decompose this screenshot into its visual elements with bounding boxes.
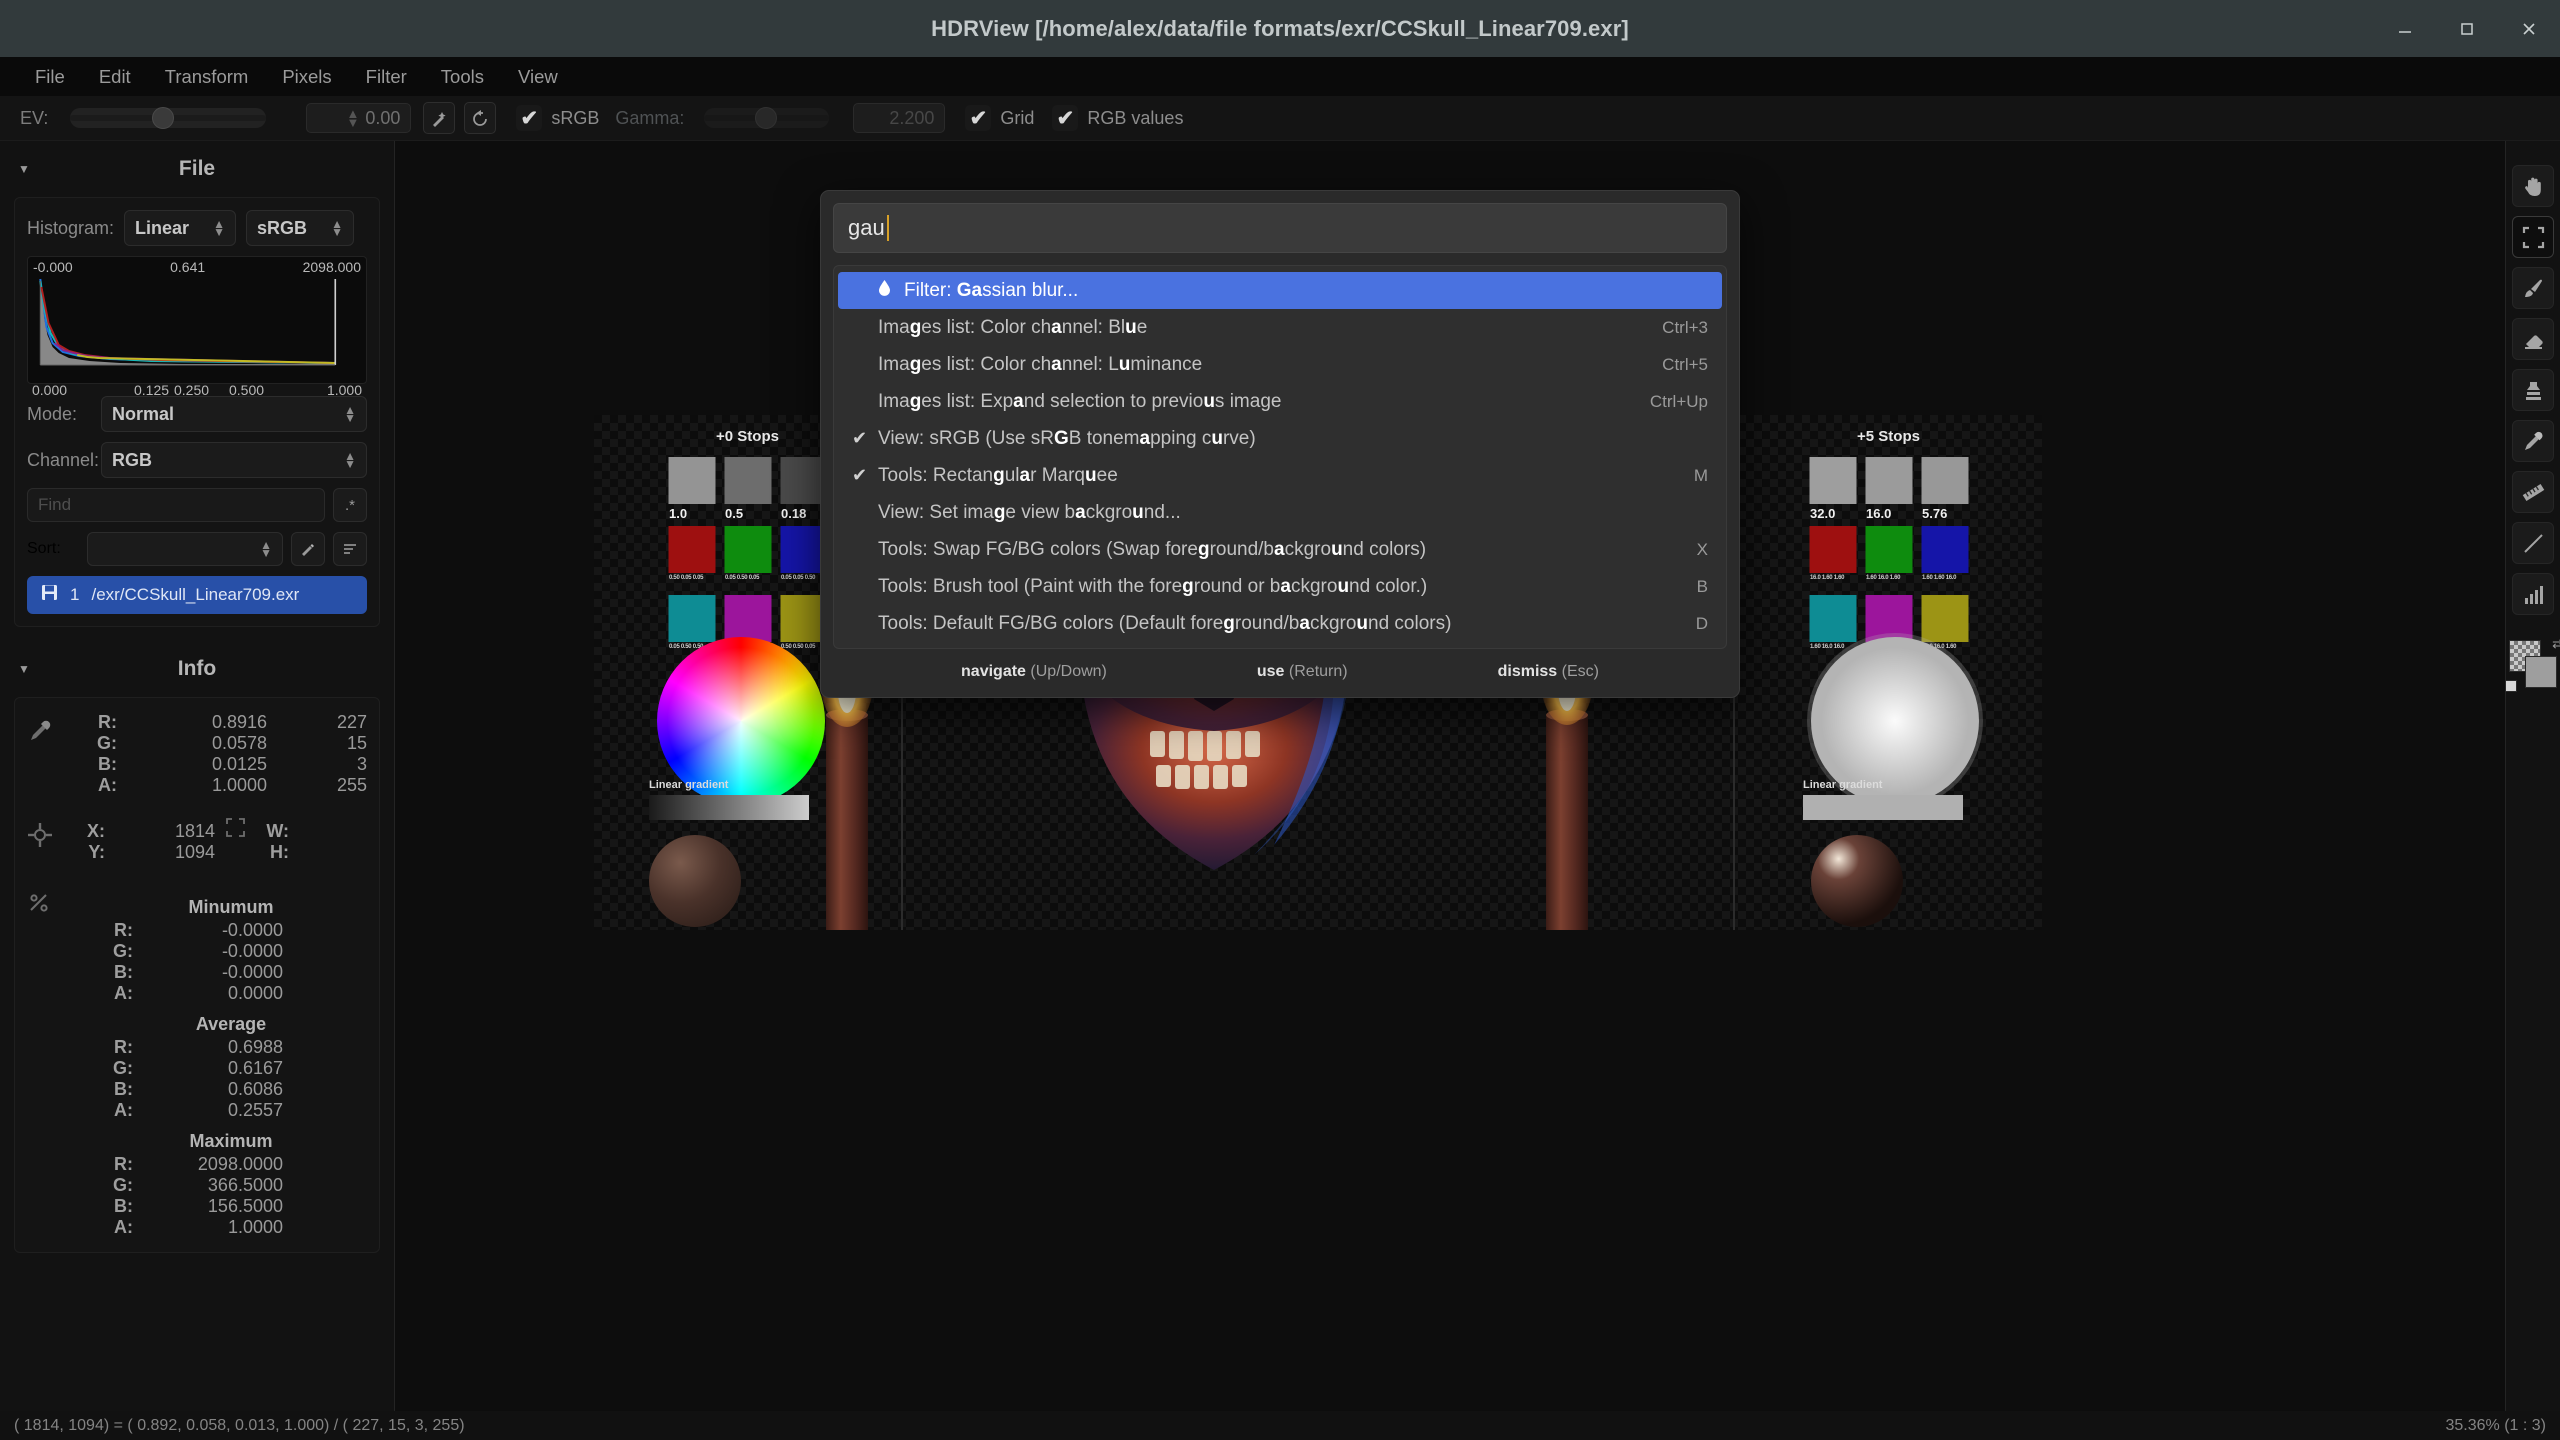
command-item[interactable]: Images list: Expand selection to previou…: [838, 383, 1722, 420]
command-label: Images list: Expand selection to previou…: [878, 390, 1282, 412]
command-item[interactable]: Filter: Gassian blur...: [838, 272, 1722, 309]
hint-use: use (Return): [1257, 663, 1348, 681]
command-item[interactable]: Images list: Color channel: Luminance Ctr…: [838, 346, 1722, 383]
command-shortcut: B: [1696, 576, 1708, 596]
text-cursor: [886, 215, 889, 241]
command-item[interactable]: ✔ Tools: Rectangular Marquee M: [838, 457, 1722, 494]
hint-navigate: navigate (Up/Down): [961, 663, 1107, 681]
command-label: View: sRGB (Use sRGB tonemapping curve): [878, 427, 1256, 449]
command-shortcut: D: [1695, 613, 1708, 633]
command-item[interactable]: Tools: Default FG/BG colors (Default for…: [838, 605, 1722, 642]
droplet-icon: [878, 279, 904, 302]
command-palette: gau Filter: Gassian blur... Images list: …: [820, 190, 1740, 698]
command-item[interactable]: ✔ View: sRGB (Use sRGB tonemapping curve): [838, 420, 1722, 457]
hint-key: (Up/Down): [1030, 663, 1107, 680]
command-label: Images list: Color channel: Luminance: [878, 353, 1203, 375]
command-label: Tools: Default FG/BG colors (Default for…: [878, 612, 1452, 634]
hint-action: dismiss: [1497, 663, 1558, 680]
command-item[interactable]: View: Set image view background...: [838, 494, 1722, 531]
command-shortcut: Ctrl+3: [1662, 317, 1708, 337]
command-item[interactable]: Images list: Color channel: Blue Ctrl+3: [838, 309, 1722, 346]
command-query: gau: [848, 215, 885, 240]
hint-key: (Return): [1288, 663, 1348, 680]
command-palette-footer: navigate (Up/Down) use (Return) dismiss …: [833, 663, 1727, 681]
command-palette-overlay: gau Filter: Gassian blur... Images list: …: [0, 0, 2560, 1440]
checkmark-icon: ✔: [852, 428, 868, 448]
checkmark-icon: ✔: [852, 465, 868, 485]
command-search-input[interactable]: gau: [833, 203, 1727, 253]
command-shortcut: M: [1693, 465, 1708, 485]
hint-action: use: [1256, 663, 1285, 680]
command-label: View: Set image view background...: [878, 501, 1181, 523]
command-label: Tools: Swap FG/BG colors (Swap foregroun…: [878, 538, 1427, 560]
command-label: Tools: Rectangular Marquee: [878, 464, 1118, 486]
command-shortcut: Ctrl+5: [1662, 354, 1708, 374]
command-label: Images list: Color channel: Blue: [878, 316, 1148, 338]
hint-key: (Esc): [1561, 663, 1599, 680]
command-shortcut: Ctrl+Up: [1649, 391, 1708, 411]
command-label: Tools: Brush tool (Paint with the foregr…: [878, 575, 1428, 597]
command-item[interactable]: Tools: Swap FG/BG colors (Swap foregroun…: [838, 531, 1722, 568]
hint-action: navigate: [961, 663, 1026, 680]
command-label: Filter: Gassian blur...: [904, 279, 1079, 301]
hint-dismiss: dismiss (Esc): [1498, 663, 1599, 681]
command-shortcut: X: [1696, 539, 1708, 559]
command-list: Filter: Gassian blur... Images list: Colo…: [833, 265, 1727, 649]
command-item[interactable]: Tools: Brush tool (Paint with the foregr…: [838, 568, 1722, 605]
